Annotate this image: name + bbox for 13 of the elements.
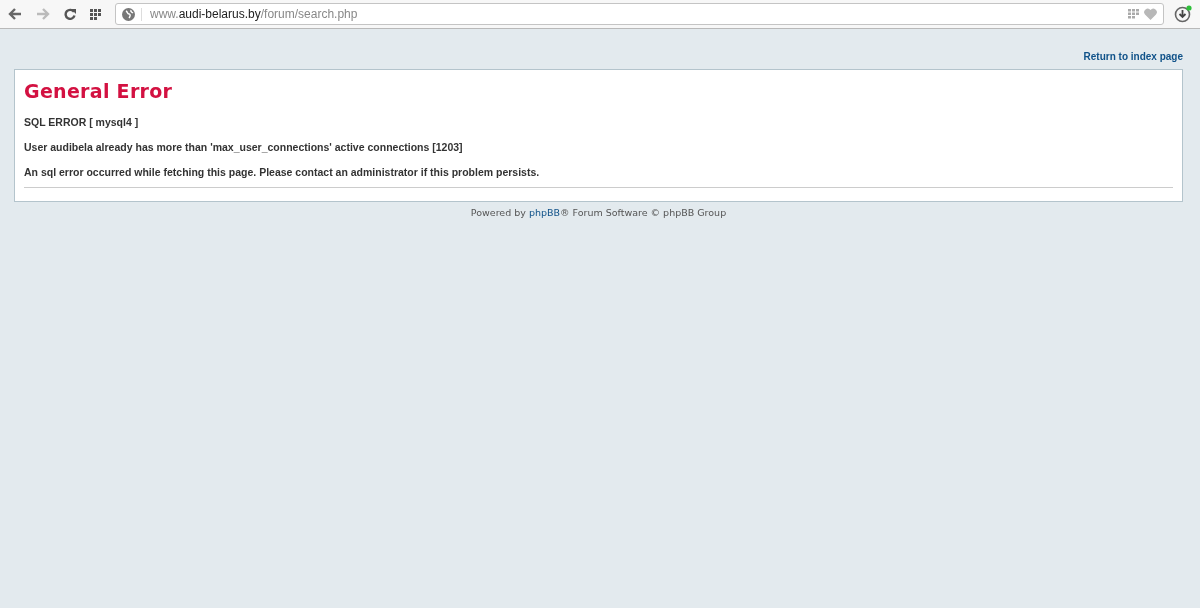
download-icon[interactable] (1174, 5, 1192, 23)
phpbb-link[interactable]: phpBB (528, 207, 561, 218)
back-icon[interactable] (8, 8, 22, 20)
return-to-index-link[interactable]: Return to index page (1083, 51, 1183, 62)
globe-icon (122, 7, 142, 21)
footer-text: Powered by phpBB® Forum Software © phpBB Group (470, 206, 727, 218)
error-message: An sql error occurred while fetching this page. Please contact an administrator if this problem persists. (24, 166, 541, 178)
reload-icon[interactable] (64, 8, 76, 20)
error-message: User audibela already has more than 'max_user_connections' active connections [1203] (24, 141, 464, 153)
error-title: General Error (24, 80, 174, 102)
url-text: www.audi-belarus.by/forum/search.php (150, 7, 359, 21)
error-message: SQL ERROR [ mysql4 ] (24, 116, 140, 128)
grid-icon[interactable] (90, 8, 101, 20)
